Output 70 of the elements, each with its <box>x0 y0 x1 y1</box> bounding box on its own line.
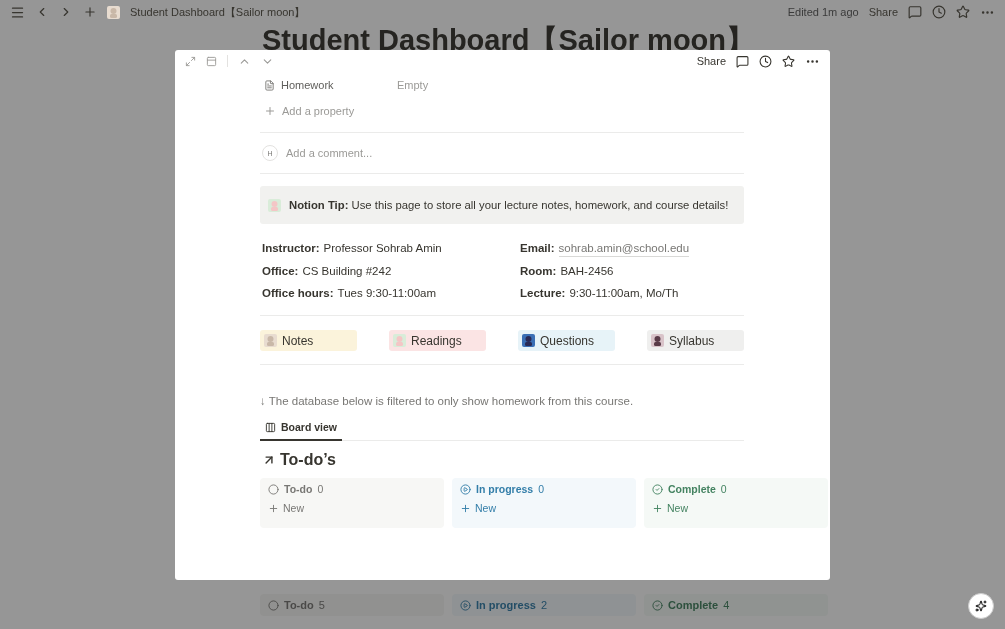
field-value: Professor Sohrab Amin <box>323 241 442 256</box>
status-icon <box>460 483 471 495</box>
filter-note: ↓ The database below is filtered to only show homework from this course. <box>260 395 635 407</box>
page-link[interactable]: Syllabus <box>647 330 744 351</box>
sticker-icon <box>522 334 535 347</box>
count-label: 0 <box>538 483 545 495</box>
page-link[interactable]: Notes <box>260 330 357 351</box>
plus-icon <box>652 502 663 514</box>
field-value: 9:30-11:00am, Mo/Th <box>569 286 679 301</box>
panel-icon[interactable] <box>206 55 217 67</box>
status-label: In progress <box>476 483 534 495</box>
page-link[interactable]: Readings <box>389 330 486 351</box>
count-label: 0 <box>720 483 727 495</box>
new-card-button[interactable]: New <box>460 502 628 514</box>
sticker-icon <box>393 334 406 347</box>
comment-icon[interactable] <box>736 54 749 68</box>
view-tab[interactable]: Board view <box>260 417 343 441</box>
field-label: Office hours: <box>262 286 334 301</box>
plus-icon <box>460 502 471 514</box>
field-value: CS Building #242 <box>302 264 392 279</box>
property-value[interactable]: Empty <box>397 79 429 91</box>
new-card-button[interactable]: New <box>652 502 820 514</box>
ai-button[interactable] <box>968 593 994 619</box>
plus-icon <box>264 105 276 117</box>
count-label: 4 <box>723 599 730 611</box>
expand-icon[interactable] <box>185 55 196 67</box>
breadcrumb-title[interactable]: Student Dashboard【Sailor moon】 <box>130 4 306 20</box>
share-button[interactable]: Share <box>696 55 726 67</box>
field-value: BAH-2456 <box>560 264 614 279</box>
page-link[interactable]: Questions <box>518 330 615 351</box>
count-label: 5 <box>318 599 325 611</box>
sparkle-icon <box>975 600 987 612</box>
clock-icon[interactable] <box>759 54 772 68</box>
menu-icon[interactable] <box>10 4 25 20</box>
status-icon <box>652 483 663 495</box>
add-property-button[interactable]: Add a property <box>282 105 355 117</box>
status-icon <box>268 483 279 495</box>
star-icon[interactable] <box>956 5 970 19</box>
plus-icon <box>268 502 279 514</box>
tip-text: Notion Tip: Use this page to store all your lecture notes, homework, and course details! <box>289 199 729 211</box>
share-button[interactable]: Share <box>868 6 898 18</box>
email-link[interactable]: sohrab.amin@school.edu <box>558 240 690 257</box>
star-icon[interactable] <box>782 54 795 68</box>
property-label: Homework <box>281 79 335 91</box>
field-label: Lecture: <box>520 286 566 301</box>
sticker-icon <box>268 198 281 212</box>
sticker-icon <box>107 5 120 19</box>
status-label: Complete <box>668 599 719 611</box>
document-icon <box>264 79 275 91</box>
plus-icon[interactable] <box>83 5 97 19</box>
status-label: Complete <box>668 483 716 495</box>
field-value: Tues 9:30-11:00am <box>337 286 436 301</box>
field-label: Email: <box>520 241 555 256</box>
status-label: To-do <box>284 483 313 495</box>
edited-time: Edited 1m ago <box>787 6 859 18</box>
count-label: 0 <box>317 483 324 495</box>
sticker-icon <box>651 334 664 347</box>
board-title: To-do’s <box>280 451 336 469</box>
columns-icon <box>265 421 276 433</box>
status-label: To-do <box>284 599 314 611</box>
field-label: Instructor: <box>262 241 320 256</box>
status-icon <box>652 599 663 611</box>
new-card-button[interactable]: New <box>268 502 436 514</box>
count-label: 2 <box>540 599 548 611</box>
sticker-icon <box>264 334 277 347</box>
field-label: Office: <box>262 264 299 279</box>
status-icon <box>460 599 471 611</box>
status-label: In progress <box>476 599 536 611</box>
field-label: Room: <box>520 264 557 279</box>
status-icon <box>268 599 279 611</box>
